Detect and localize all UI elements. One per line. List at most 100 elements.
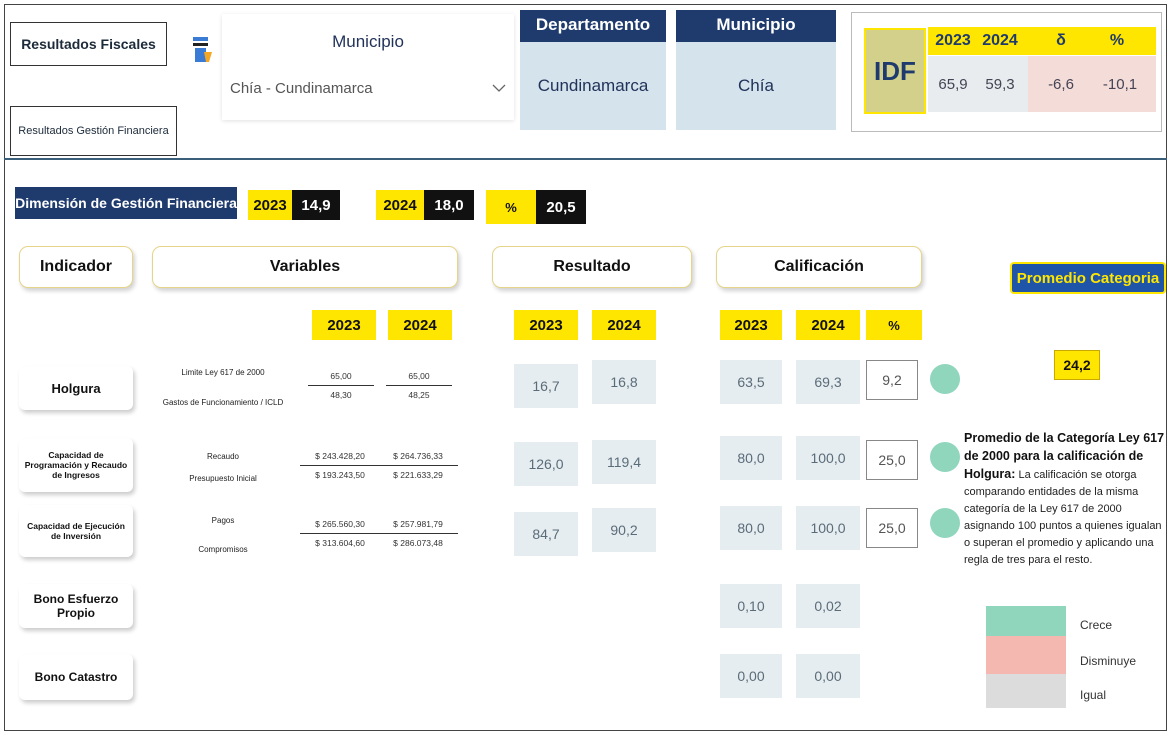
legend-crece-swatch	[986, 606, 1066, 636]
resultados-fiscales-button[interactable]: Resultados Fiscales	[10, 22, 167, 66]
programacion-2024-den: $ 221.633,29	[393, 469, 443, 480]
programacion-pct: 25,0	[866, 440, 918, 480]
ejecucion-2023-fraction: $ 265.560,30 $ 313.604,60	[300, 510, 380, 556]
programacion-2023-num: $ 243.428,20	[315, 450, 365, 461]
municipio-dropdown-value: Chía - Cundinamarca	[230, 79, 373, 97]
holgura-calificacion-2024: 69,3	[796, 360, 860, 404]
dimension-pct-value: 20,5	[536, 190, 586, 224]
indicador-bono-catastro: Bono Catastro	[19, 654, 133, 700]
resultados-gestion-button[interactable]: Resultados Gestión Financiera	[10, 106, 177, 156]
indicador-capacidad-ejecucion: Capacidad de Ejecución de Inversión	[19, 505, 133, 557]
dimension-pct-label: %	[486, 190, 536, 224]
indicador-capacidad-programacion: Capacidad de Programación y Recaudo de I…	[19, 438, 133, 492]
filter-eraser-icon[interactable]	[192, 36, 214, 66]
indicador-holgura: Holgura	[19, 366, 133, 410]
programacion-trend-indicator	[930, 442, 960, 472]
ejecucion-denominator-label: Compromisos	[198, 545, 248, 554]
dimension-title: Dimensión de Gestión Financiera	[15, 187, 237, 219]
programacion-denominator-label: Presupuesto Inicial	[189, 474, 257, 483]
bono-esfuerzo-calificacion-2023: 0,10	[720, 584, 782, 628]
promedio-value: 24,2	[1054, 350, 1100, 380]
resultado-2023-header: 2023	[514, 310, 578, 340]
ejecucion-calificacion-2023: 80,0	[720, 506, 782, 550]
dimension-2023-value: 14,9	[292, 190, 340, 220]
ejecucion-2023-den: $ 313.604,60	[315, 537, 365, 548]
departamento-title: Departamento	[520, 10, 666, 42]
departamento-value: Cundinamarca	[520, 42, 666, 130]
legend-disminuye-swatch	[986, 636, 1066, 674]
calificacion-header: Calificación	[716, 246, 922, 288]
idf-value-2024: 59,3	[985, 75, 1015, 93]
variables-header: Variables	[152, 246, 458, 288]
programacion-2023-den: $ 193.243,50	[315, 469, 365, 480]
resultados-fiscales-label: Resultados Fiscales	[21, 36, 156, 52]
dimension-2023-label: 2023	[248, 190, 292, 220]
legend-crece-label: Crece	[1080, 618, 1113, 632]
holgura-denominator-label: Gastos de Funcionamiento / ICLD	[162, 398, 284, 407]
idf-col-pct: %	[1109, 32, 1125, 49]
departamento-card: Departamento Cundinamarca	[520, 10, 666, 130]
idf-col-2024: 2024	[982, 32, 1018, 49]
municipio-dropdown[interactable]: Chía - Cundinamarca	[230, 74, 506, 102]
bono-catastro-calificacion-2024: 0,00	[796, 654, 860, 698]
holgura-2024-fraction: 65,00 48,25	[386, 362, 452, 408]
dimension-2024-value: 18,0	[424, 190, 474, 220]
holgura-calificacion-2023: 63,5	[720, 360, 782, 404]
holgura-2023-num: 65,00	[330, 370, 352, 381]
calificacion-2023-header: 2023	[720, 310, 782, 340]
programacion-2023-fraction: $ 243.428,20 $ 193.243,50	[300, 444, 380, 486]
idf-value-pct: -10,1	[1102, 75, 1138, 93]
municipio-slicer-title: Municipio	[332, 32, 404, 51]
holgura-2023-den: 48,30	[330, 389, 352, 400]
idf-value-2023: 65,9	[938, 75, 968, 93]
ejecucion-2024-num: $ 257.981,79	[393, 518, 443, 529]
chevron-down-icon	[492, 84, 506, 92]
holgura-resultado-2023: 16,7	[514, 364, 578, 408]
bono-catastro-calificacion-2023: 0,00	[720, 654, 782, 698]
variables-2023-header: 2023	[312, 310, 376, 340]
ejecucion-trend-indicator	[930, 508, 960, 538]
calificacion-2024-header: 2024	[796, 310, 860, 340]
idf-col-delta: δ	[1056, 32, 1066, 49]
header-divider	[4, 158, 1167, 160]
promedio-categoria-button[interactable]: Promedio Categoria	[1010, 262, 1166, 294]
ejecucion-numerator-label: Pagos	[211, 516, 235, 525]
holgura-2024-den: 48,25	[408, 389, 430, 400]
ejecucion-calificacion-2024: 100,0	[796, 506, 860, 550]
idf-label: IDF	[864, 28, 926, 114]
legend-igual-label: Igual	[1080, 688, 1107, 702]
programacion-2024-num: $ 264.736,33	[393, 450, 443, 461]
ejecucion-resultado-2024: 90,2	[592, 508, 656, 552]
ejecucion-pct: 25,0	[866, 508, 918, 548]
indicador-bono-esfuerzo: Bono Esfuerzo Propio	[19, 584, 133, 628]
programacion-resultado-2023: 126,0	[514, 442, 578, 486]
holgura-2024-num: 65,00	[408, 370, 430, 381]
calificacion-pct-header: %	[866, 310, 922, 340]
holgura-resultado-2024: 16,8	[592, 360, 656, 404]
dimension-2024-label: 2024	[376, 190, 424, 220]
holgura-trend-indicator	[930, 364, 960, 394]
ejecucion-resultado-2023: 84,7	[514, 512, 578, 556]
municipio-slicer: Municipio Chía - Cundinamarca	[222, 14, 514, 120]
municipio-title: Municipio	[676, 10, 836, 42]
indicador-header: Indicador	[19, 246, 133, 288]
programacion-2024-fraction: $ 264.736,33 $ 221.633,29	[378, 444, 458, 486]
municipio-value: Chía	[676, 42, 836, 130]
holgura-numerator-label: Limite Ley 617 de 2000	[181, 368, 265, 377]
resultados-gestion-label: Resultados Gestión Financiera	[18, 125, 169, 137]
variables-2024-header: 2024	[388, 310, 452, 340]
resultado-header: Resultado	[492, 246, 692, 288]
programacion-resultado-2024: 119,4	[592, 440, 656, 484]
idf-value-delta: -6,6	[1048, 75, 1074, 93]
promedio-categoria-label: Promedio Categoria	[1016, 269, 1160, 287]
municipio-card: Municipio Chía	[676, 10, 836, 130]
ejecucion-2024-den: $ 286.073,48	[393, 537, 443, 548]
resultado-2024-header: 2024	[592, 310, 656, 340]
holgura-pct: 9,2	[866, 360, 918, 400]
legend-disminuye-label: Disminuye	[1080, 654, 1137, 668]
legend-igual-swatch	[986, 674, 1066, 708]
programacion-calificacion-2024: 100,0	[796, 436, 860, 480]
promedio-note: Promedio de la Categoría Ley 617 de 2000…	[964, 430, 1169, 569]
ejecucion-2024-fraction: $ 257.981,79 $ 286.073,48	[378, 510, 458, 556]
holgura-2023-fraction: 65,00 48,30	[308, 362, 374, 408]
